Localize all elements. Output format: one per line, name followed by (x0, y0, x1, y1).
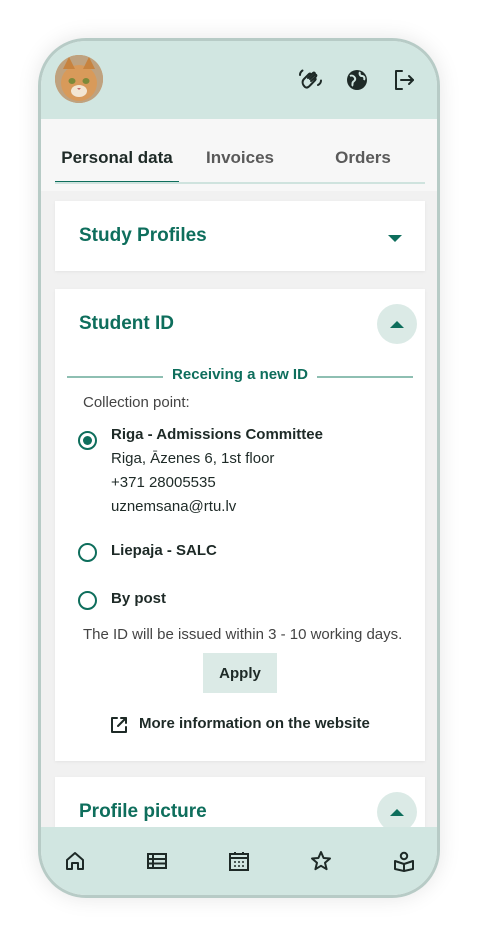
collapse-button-profile[interactable] (377, 792, 417, 827)
top-bar (41, 41, 437, 119)
profile-picture-title: Profile picture (79, 801, 207, 822)
more-info-label: More information on the website (139, 715, 370, 732)
tab-orders[interactable]: Orders (301, 141, 425, 181)
globe-icon[interactable] (344, 67, 370, 93)
option-riga-address: Riga, Āzenes 6, 1st floor (111, 450, 275, 467)
chevron-down-icon[interactable] (387, 231, 403, 249)
apply-button[interactable]: Apply (203, 653, 277, 693)
home-icon[interactable] (63, 849, 87, 873)
radio-liepaja[interactable] (78, 543, 97, 562)
tab-personal-data[interactable]: Personal data (55, 141, 179, 184)
section-heading: Receiving a new ID (172, 366, 308, 383)
collection-label: Collection point: (83, 394, 190, 411)
radio-riga[interactable] (78, 431, 97, 450)
chevron-up-icon (390, 809, 404, 816)
radio-by-post[interactable] (78, 591, 97, 610)
study-profiles-title: Study Profiles (79, 225, 207, 246)
option-riga-title: Riga - Admissions Committee (111, 426, 323, 443)
option-riga-phone: +371 28005535 (111, 474, 216, 491)
student-id-card: Student ID Receiving a new ID Collection… (55, 289, 425, 761)
tab-invoices[interactable]: Invoices (178, 141, 302, 181)
cat-avatar-image (55, 55, 103, 103)
list-icon[interactable] (145, 849, 169, 873)
calendar-icon[interactable] (227, 849, 251, 873)
collapse-button[interactable] (377, 304, 417, 344)
chevron-up-icon (390, 321, 404, 328)
book-user-icon[interactable] (392, 849, 416, 873)
tab-bar: Personal data Invoices Orders (41, 119, 437, 191)
tabs-underline (55, 182, 425, 184)
student-id-title: Student ID (79, 313, 174, 334)
bottom-nav (41, 827, 437, 895)
phone-frame: Personal data Invoices Orders Study Prof… (38, 38, 440, 898)
issue-note: The ID will be issued within 3 - 10 work… (83, 626, 403, 643)
option-liepaja-title: Liepaja - SALC (111, 542, 217, 559)
option-riga-email: uznemsana@rtu.lv (111, 498, 237, 515)
wave-hand-icon[interactable] (297, 67, 323, 93)
external-link-icon (111, 717, 127, 733)
option-by-post-title: By post (111, 590, 167, 607)
avatar[interactable] (55, 55, 103, 103)
star-icon[interactable] (309, 849, 333, 873)
profile-picture-card: Profile picture (55, 777, 425, 827)
content-scroll[interactable]: Study Profiles Student ID Receiving a ne… (41, 191, 437, 827)
logout-icon[interactable] (391, 67, 417, 93)
study-profiles-card[interactable]: Study Profiles (55, 201, 425, 271)
